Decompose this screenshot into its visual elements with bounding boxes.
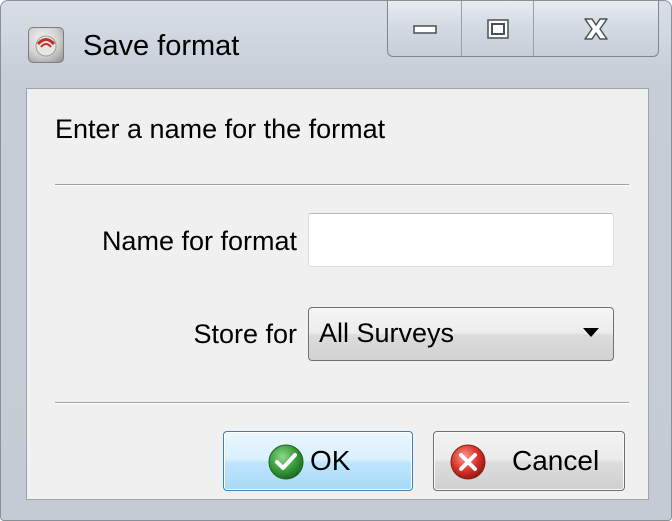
ok-button[interactable]: OK [223,431,413,491]
store-for-dropdown[interactable]: All Surveys [308,307,614,361]
cancel-button[interactable]: Cancel [433,431,625,491]
window-title: Save format [83,30,240,62]
caption-buttons [387,1,659,57]
name-for-format-label: Name for format [101,226,297,256]
top-divider [55,184,629,186]
dialog-prompt: Enter a name for the format [55,114,386,144]
title-bar[interactable]: Save format [1,1,671,79]
close-button[interactable] [534,1,658,56]
cancel-x-icon [450,444,486,480]
store-for-selected-value: All Surveys [319,318,455,348]
minimize-icon [412,24,437,34]
store-for-label: Store for [193,319,297,349]
dialog-body: Enter a name for the format Name for for… [26,88,649,500]
bottom-divider [55,402,629,404]
format-name-input[interactable] [308,213,614,267]
dropdown-arrow-icon [583,328,599,337]
check-icon [268,444,304,480]
maximize-icon [486,18,509,39]
close-icon [584,17,608,40]
save-format-dialog: Save format Enter a name for the format … [0,0,672,521]
minimize-button[interactable] [388,1,462,56]
ok-button-label: OK [310,445,351,476]
maximize-button[interactable] [462,1,534,56]
cancel-button-label: Cancel [512,445,600,476]
app-logo-icon [28,27,64,63]
